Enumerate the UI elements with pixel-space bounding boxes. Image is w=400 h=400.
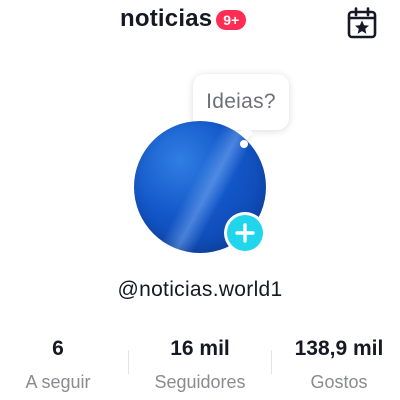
profile-stats: 6 A seguir 16 mil Seguidores 138,9 mil G… xyxy=(0,336,400,396)
avatar-area: Ideias? xyxy=(0,0,400,270)
stat-likes-value: 138,9 mil xyxy=(294,337,384,360)
ideas-bubble-dot xyxy=(240,140,248,148)
stat-following-value: 6 xyxy=(52,337,64,360)
add-story-circle xyxy=(227,215,263,251)
add-story-button[interactable] xyxy=(224,212,266,254)
stat-divider xyxy=(271,350,272,374)
stat-likes-label: Gostos xyxy=(310,372,368,392)
stat-followers-value: 16 mil xyxy=(170,337,230,360)
ideas-bubble-text: Ideias? xyxy=(206,90,276,113)
stat-divider xyxy=(128,350,129,374)
stat-followers[interactable]: 16 mil Seguidores xyxy=(140,336,260,393)
stat-likes[interactable]: 138,9 mil Gostos xyxy=(282,336,396,393)
stat-following-label: A seguir xyxy=(25,372,91,392)
stat-following[interactable]: 6 A seguir xyxy=(12,336,104,393)
stat-followers-label: Seguidores xyxy=(154,372,246,392)
plus-icon xyxy=(235,223,255,243)
username: @noticias.world1 xyxy=(117,278,283,301)
